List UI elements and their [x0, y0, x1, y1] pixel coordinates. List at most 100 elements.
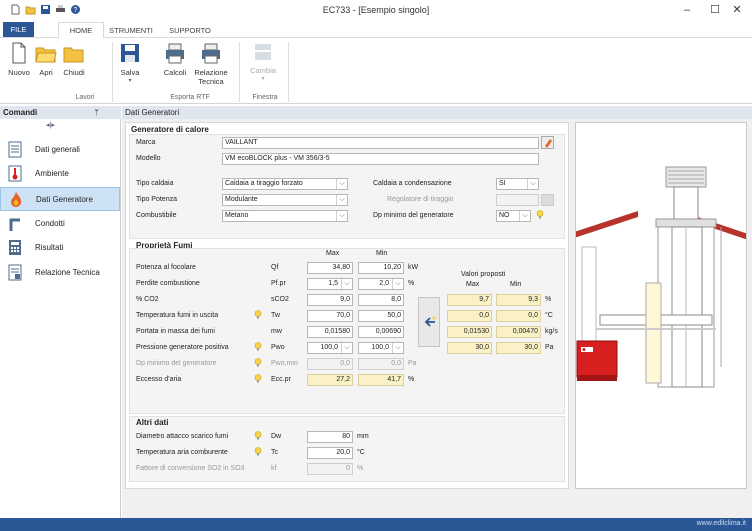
portata-min-field[interactable]: 0,00690	[358, 326, 404, 338]
dp-minimo-label: Dp minimo del generatore	[373, 212, 454, 219]
temp-min-field[interactable]: 50,0	[358, 310, 404, 322]
lightbulb-icon[interactable]	[254, 342, 262, 351]
nav-item-dati-generali[interactable]: Dati generali	[0, 138, 120, 162]
fumi-row-symbol: sCO2	[271, 296, 289, 303]
form-panel: Generatore di calore Marca VAILLANT Mode…	[125, 122, 569, 489]
diametro-field[interactable]: 80	[307, 431, 353, 443]
fattore-conversione-field: 0	[307, 463, 353, 475]
nav-item-risultati[interactable]: Risultati	[0, 236, 120, 260]
tab-file[interactable]: FILE	[3, 22, 34, 37]
chevron-down-icon: ⌵	[341, 279, 352, 289]
condensazione-value: SI	[499, 180, 506, 187]
modello-field[interactable]: VM ecoBLOCK plus - VM 356/3-5	[222, 153, 539, 165]
salva-button[interactable]: Salva ▾	[116, 42, 144, 86]
dp-max-field: 0,0	[307, 358, 353, 370]
combustibile-select[interactable]: Metano ⌵	[222, 210, 348, 222]
lightbulb-icon[interactable]	[536, 210, 544, 219]
fumi-row-label: Dp minimo del generatore	[136, 360, 217, 367]
tab-home[interactable]: HOME	[58, 22, 104, 39]
chiudi-button[interactable]: Chiudi	[59, 42, 89, 86]
relazione-tecnica-button[interactable]: Relazione Tecnica	[190, 42, 232, 86]
pressione-max-select[interactable]: 100,0 ⌵	[307, 342, 353, 354]
temperatura-aria-field[interactable]: 20,0	[307, 447, 353, 459]
nav-label: Condotti	[35, 219, 65, 228]
tipo-caldaia-value: Caldaia a tiraggio forzato	[225, 180, 303, 187]
ribbon-separator	[288, 42, 289, 102]
cambia-button[interactable]: Cambia ▾	[246, 42, 280, 86]
dp-minimo-select[interactable]: NO ⌵	[496, 210, 531, 222]
nav-item-relazione-tecnica[interactable]: Relazione Tecnica	[0, 261, 120, 285]
lightbulb-icon[interactable]	[254, 358, 262, 367]
open-folder-icon	[35, 47, 57, 63]
altri-row-label: Diametro attacco scarico fumi	[136, 433, 229, 440]
marca-field[interactable]: VAILLANT	[222, 137, 539, 149]
lightbulb-icon[interactable]	[254, 431, 262, 440]
chevron-down-icon: ⌵	[392, 343, 403, 353]
altri-row-symbol: kf	[271, 465, 277, 472]
nav-item-condotti[interactable]: Condotti	[0, 212, 120, 236]
nuovo-button[interactable]: Nuovo	[4, 42, 34, 86]
calcoli-button[interactable]: Calcoli	[160, 42, 190, 86]
chevron-down-icon: ⌵	[519, 211, 530, 221]
calcoli-label: Calcoli	[163, 68, 187, 77]
fumi-row-symbol: Qf	[271, 264, 279, 271]
content-header: Dati Generatori	[122, 106, 752, 119]
co2-max-field[interactable]: 9,0	[307, 294, 353, 306]
nav-item-ambiente[interactable]: Ambiente	[0, 162, 120, 186]
temp-max-field[interactable]: 70,0	[307, 310, 353, 322]
fumi-row-unit: Pa	[408, 360, 417, 367]
report-icon	[8, 264, 22, 281]
portata-max-field[interactable]: 0,01580	[307, 326, 353, 338]
tab-strumenti[interactable]: STRUMENTI	[108, 24, 154, 38]
pressione-min-select[interactable]: 100,0 ⌵	[358, 342, 404, 354]
perdite-min-select[interactable]: 2,0 ⌵	[358, 278, 404, 290]
commands-panel: Comandi ᛘ ◂|▸ Dati generali Ambiente Dat…	[0, 106, 121, 518]
portata-proposed-min: 0,00470	[496, 326, 541, 338]
potenza-min-field[interactable]: 10,20	[358, 262, 404, 274]
proposti-min-header: Min	[510, 281, 522, 288]
modello-label: Modello	[136, 155, 161, 162]
tab-supporto[interactable]: SUPPORTO	[166, 24, 214, 38]
tipo-caldaia-select[interactable]: Caldaia a tiraggio forzato ⌵	[222, 178, 348, 190]
apply-proposed-button[interactable]	[418, 297, 440, 347]
fumi-row-unit: %	[408, 376, 415, 383]
pressione-max-value: 100,0	[320, 344, 338, 351]
cambia-label: Cambia	[250, 66, 276, 75]
brand-picker-icon[interactable]	[541, 136, 554, 149]
nav-label: Risultati	[35, 243, 64, 252]
condensazione-select[interactable]: SI ⌵	[496, 178, 539, 190]
window-switch-icon	[255, 44, 271, 60]
potenza-max-field[interactable]: 34,80	[307, 262, 353, 274]
nav-label: Relazione Tecnica	[35, 268, 100, 277]
fumi-row-label: Temperatura fumi in uscita	[136, 312, 219, 319]
lightbulb-icon[interactable]	[254, 374, 262, 383]
altri-row-label: Fattore di conversione SO2 in SO3	[136, 465, 245, 472]
fumi-row-symbol: Pf.pr	[271, 280, 286, 287]
altri-row-unit: %	[357, 465, 364, 472]
nav-item-dati-generatore[interactable]: Dati Generatore	[0, 187, 120, 211]
minimize-button[interactable]: –	[672, 2, 702, 18]
tipo-potenza-select[interactable]: Modulante ⌵	[222, 194, 348, 206]
tipo-potenza-label: Tipo Potenza	[136, 196, 177, 203]
pin-icon[interactable]: ᛘ	[94, 106, 99, 119]
chimney-drawing-panel	[571, 122, 751, 489]
chiudi-label: Chiudi	[63, 68, 85, 77]
lightbulb-icon[interactable]	[254, 447, 262, 456]
collapse-toggle-icon[interactable]: ◂|▸	[46, 121, 55, 129]
co2-min-field[interactable]: 8,0	[358, 294, 404, 306]
perdite-max-select[interactable]: 1,5 ⌵	[307, 278, 353, 290]
regolatore-field	[496, 194, 539, 206]
close-button[interactable]: ✕	[722, 2, 752, 18]
apri-button[interactable]: Apri	[33, 42, 59, 86]
lightbulb-icon[interactable]	[254, 310, 262, 319]
fumi-row-symbol: Pwo	[271, 344, 285, 351]
eccesso-min-field: 41,7	[358, 374, 404, 386]
altri-row-unit: mm	[357, 433, 369, 440]
fumi-row-symbol: mw	[271, 328, 282, 335]
chevron-down-icon: ⌵	[336, 179, 347, 189]
portata-proposed-max: 0,01530	[447, 326, 492, 338]
salva-dropdown-arrow[interactable]: ▾	[116, 77, 144, 84]
group-lavori: Lavori	[75, 94, 95, 101]
nav-label: Ambiente	[35, 169, 69, 178]
flame-icon	[11, 192, 22, 207]
